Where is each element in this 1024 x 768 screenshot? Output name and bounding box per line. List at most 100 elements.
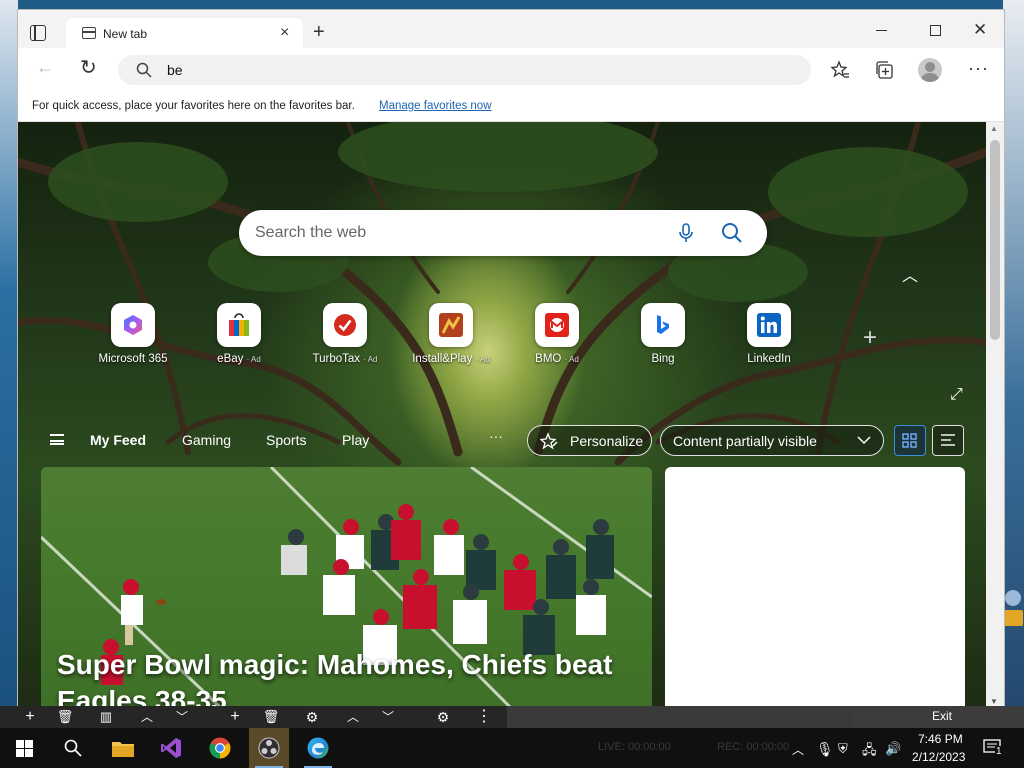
notification-icon[interactable]: 1 bbox=[983, 738, 1005, 758]
chevron-down-icon bbox=[857, 436, 871, 445]
tab-title: New tab bbox=[103, 27, 148, 41]
turbotax-icon bbox=[323, 303, 367, 347]
chevron-down-icon[interactable]: ﹀ bbox=[171, 706, 193, 728]
quick-link-ebay[interactable]: eBay · Ad bbox=[189, 303, 289, 365]
favorites-bar: For quick access, place your favorites h… bbox=[18, 92, 1004, 122]
close-window-button[interactable]: ✕ bbox=[973, 20, 987, 40]
quick-link-label: LinkedIn bbox=[747, 353, 791, 365]
tab-new-tab[interactable]: New tab × bbox=[66, 18, 303, 48]
exit-label: Exit bbox=[932, 709, 953, 723]
live-status-label: LIVE: 00:00:00 bbox=[598, 741, 671, 753]
quick-link-install-play[interactable]: Install&Play · Ad bbox=[401, 303, 501, 365]
new-tab-page: Search the web ︿ Microsoft 365 eBay · Ad… bbox=[18, 122, 986, 708]
grid-view-icon[interactable] bbox=[894, 425, 926, 456]
new-tab-icon[interactable]: + bbox=[313, 22, 325, 42]
collections-icon[interactable] bbox=[874, 60, 894, 80]
ad-badge: · Ad bbox=[246, 355, 261, 364]
collapse-chevron-icon[interactable]: ︿ bbox=[902, 262, 918, 286]
minimize-button[interactable] bbox=[876, 30, 887, 31]
back-icon[interactable]: ← bbox=[36, 57, 54, 78]
personalize-label: Personalize bbox=[570, 433, 644, 449]
browser-toolbar: ← ↻ be ··· bbox=[18, 48, 1004, 92]
side-news-card[interactable] bbox=[665, 467, 965, 708]
content-visibility-dropdown[interactable]: Content partially visible bbox=[660, 425, 884, 456]
chevron-up-icon[interactable]: ︿ bbox=[342, 706, 364, 728]
trash-icon[interactable]: 🗑 bbox=[260, 706, 282, 728]
expand-background-icon[interactable]: ⤢ bbox=[950, 386, 963, 404]
tab-gaming[interactable]: Gaming bbox=[182, 432, 231, 448]
chevron-down-icon[interactable]: ﹀ bbox=[377, 706, 399, 728]
network-icon[interactable]: 🖧 bbox=[862, 741, 877, 763]
clock-time[interactable]: 7:46 PM bbox=[918, 732, 963, 746]
linkedin-icon bbox=[747, 303, 791, 347]
trash-icon[interactable]: 🗑 bbox=[54, 706, 76, 728]
scrollbar-thumb[interactable] bbox=[990, 140, 1000, 340]
favorites-icon[interactable] bbox=[830, 60, 850, 80]
close-tab-icon[interactable]: × bbox=[280, 24, 289, 42]
add-icon[interactable]: + bbox=[19, 706, 41, 728]
chrome-icon[interactable] bbox=[200, 728, 240, 768]
microphone-icon[interactable]: 🎙 bbox=[816, 741, 834, 758]
manage-favorites-link[interactable]: Manage favorites now bbox=[379, 100, 492, 112]
quick-link-label: TurboTax bbox=[312, 353, 361, 365]
maximize-button[interactable] bbox=[930, 25, 941, 36]
hero-headline: Super Bowl magic: Mahomes, Chiefs beat E… bbox=[57, 649, 613, 708]
edge-icon[interactable] bbox=[298, 728, 338, 768]
search-icon[interactable] bbox=[721, 222, 743, 244]
feed-navigation: My Feed Gaming Sports Play ··· Personali… bbox=[18, 422, 986, 460]
quick-link-label: BMO bbox=[535, 353, 562, 365]
web-search-box[interactable]: Search the web bbox=[239, 210, 767, 256]
more-icon[interactable]: ··· bbox=[968, 58, 989, 79]
tab-my-feed[interactable]: My Feed bbox=[90, 432, 146, 448]
volume-icon[interactable]: 🔊 bbox=[885, 741, 901, 757]
exit-button[interactable]: Exit bbox=[852, 706, 1024, 728]
quick-link-bing[interactable]: Bing bbox=[613, 303, 713, 365]
quick-link-bmo[interactable]: BMO · Ad bbox=[507, 303, 607, 365]
microphone-icon[interactable] bbox=[678, 223, 694, 243]
tab-actions-icon[interactable] bbox=[30, 25, 46, 41]
gear-icon[interactable]: ⚙ bbox=[301, 706, 323, 728]
hero-news-card[interactable]: Super Bowl magic: Mahomes, Chiefs beat E… bbox=[41, 467, 652, 708]
new-tab-page-icon bbox=[82, 27, 96, 39]
scroll-up-icon[interactable]: ▲ bbox=[990, 124, 998, 133]
chevron-up-icon[interactable]: ︿ bbox=[136, 706, 158, 728]
profile-icon[interactable] bbox=[918, 58, 942, 82]
ebay-icon bbox=[217, 303, 261, 347]
add-site-icon[interactable]: + bbox=[863, 324, 877, 352]
more-vertical-icon[interactable]: ⋮ bbox=[473, 706, 495, 728]
clock-date[interactable]: 2/12/2023 bbox=[912, 750, 965, 764]
install-play-icon bbox=[429, 303, 473, 347]
settings-icon[interactable]: ⚙ bbox=[432, 706, 454, 728]
refresh-icon[interactable]: ↻ bbox=[80, 55, 97, 80]
scroll-down-icon[interactable]: ▼ bbox=[990, 697, 998, 706]
desktop-side-widgets bbox=[1003, 588, 1024, 628]
quick-link-label: Install&Play bbox=[412, 353, 473, 365]
personalize-icon bbox=[540, 432, 558, 450]
feed-more-button[interactable]: ··· bbox=[489, 428, 503, 444]
microsoft-365-icon bbox=[111, 303, 155, 347]
file-explorer-icon[interactable] bbox=[102, 728, 142, 768]
quick-link-microsoft-365[interactable]: Microsoft 365 bbox=[83, 303, 183, 365]
web-search-placeholder: Search the web bbox=[255, 224, 367, 241]
windows-start-icon[interactable] bbox=[4, 728, 44, 768]
search-icon[interactable] bbox=[52, 728, 92, 768]
personalize-button[interactable]: Personalize bbox=[527, 425, 652, 456]
list-view-icon[interactable] bbox=[932, 425, 964, 456]
ad-badge: · Ad bbox=[363, 355, 378, 364]
quick-link-linkedin[interactable]: LinkedIn bbox=[719, 303, 819, 365]
quick-link-turbotax[interactable]: TurboTax · Ad bbox=[295, 303, 395, 365]
tab-sports[interactable]: Sports bbox=[266, 432, 306, 448]
notification-count: 1 bbox=[995, 746, 1003, 757]
chevron-up-icon[interactable]: ︿ bbox=[792, 741, 804, 758]
menu-icon[interactable] bbox=[50, 434, 64, 445]
page-scrollbar[interactable]: ▲ ▼ bbox=[986, 122, 1004, 708]
security-icon[interactable]: ⛨ bbox=[838, 741, 848, 757]
obs-icon[interactable] bbox=[249, 728, 289, 768]
add-icon[interactable]: + bbox=[224, 706, 246, 728]
bing-icon bbox=[641, 303, 685, 347]
ad-badge: · Ad bbox=[475, 355, 490, 364]
visual-studio-icon[interactable] bbox=[151, 728, 191, 768]
address-bar[interactable]: be bbox=[118, 55, 811, 85]
panel-icon[interactable]: ▥ bbox=[95, 706, 117, 728]
tab-play[interactable]: Play bbox=[342, 432, 369, 448]
